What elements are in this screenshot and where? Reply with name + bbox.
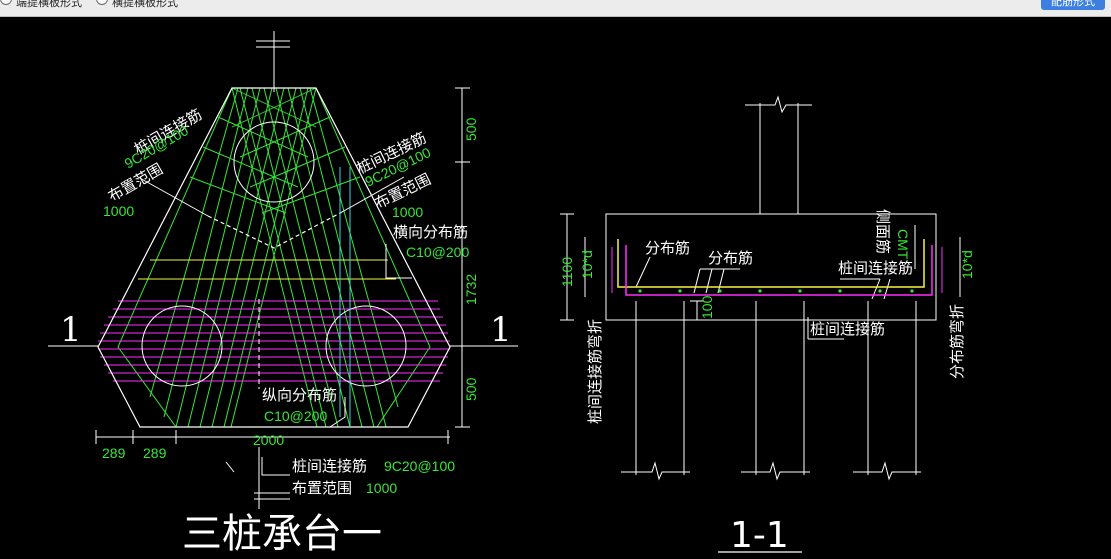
left-tie-range: 1000	[103, 203, 134, 219]
pile-right	[325, 305, 407, 387]
option2-radio[interactable]	[96, 0, 108, 5]
section-left-note: 桩间连接筋弯折	[586, 319, 604, 424]
apply-reinforcement-button[interactable]: 配筋形式	[1041, 0, 1105, 10]
tie-bar-label-2: 桩间连接筋	[810, 320, 885, 338]
bottom-tie-spec: 9C20@100	[384, 458, 455, 474]
tie-bar-label: 桩间连接筋	[838, 259, 913, 277]
transverse-label: 横向分布筋	[393, 223, 468, 241]
cad-drawing-canvas: 1 1 桩间连接筋 布置范围 桩间连接筋 布置范围 横向分布筋 纵向分布筋 桩间…	[48, 31, 975, 557]
side-bar-label: 侧面筋	[874, 209, 892, 254]
dim-width: 2000	[253, 432, 284, 448]
dim-left1: 289	[102, 445, 126, 461]
dist-bar-label-1: 分布筋	[645, 239, 690, 257]
section-right-note: 分布筋弯折	[948, 304, 966, 379]
dim-middle: 1732	[463, 274, 479, 305]
dim-top: 500	[463, 117, 479, 141]
bottom-tie-range: 1000	[366, 480, 397, 496]
bottom-tie-range-label: 布置范围	[292, 479, 352, 497]
longitudinal-label: 纵向分布筋	[262, 386, 337, 404]
section-anchor: 10*d	[579, 250, 595, 279]
section-mark-right: 1	[490, 310, 512, 350]
toolbar: 端提横板形式 横提横板形式 配筋形式	[0, 0, 1111, 17]
section-view	[560, 95, 961, 481]
bottom-tie-band	[98, 300, 450, 382]
option1-label[interactable]: 端提横板形式	[16, 0, 82, 10]
option1-radio[interactable]	[0, 0, 12, 5]
transverse-spec: C10@200	[406, 244, 469, 260]
bottom-tie-label: 桩间连接筋	[292, 457, 367, 475]
plan-title: 三桩承台一	[182, 511, 382, 557]
dim-bottom: 500	[463, 377, 479, 401]
dist-bar-label-2: 分布筋	[708, 249, 753, 267]
section-cover: 100	[699, 295, 715, 319]
side-bar-spec: CMT	[895, 229, 911, 260]
section-title: 1-1	[730, 515, 789, 556]
longitudinal-spec: C10@200	[264, 408, 327, 424]
option2-label[interactable]: 横提横板形式	[112, 0, 178, 10]
dim-left2: 289	[143, 445, 167, 461]
section-height: 1100	[559, 257, 575, 287]
pile-top	[233, 121, 315, 203]
section-mark-left: 1	[60, 310, 82, 350]
transverse-bars	[138, 259, 396, 280]
right-tie-range: 1000	[392, 204, 423, 220]
section-anchor-right: 10*d	[959, 250, 975, 279]
